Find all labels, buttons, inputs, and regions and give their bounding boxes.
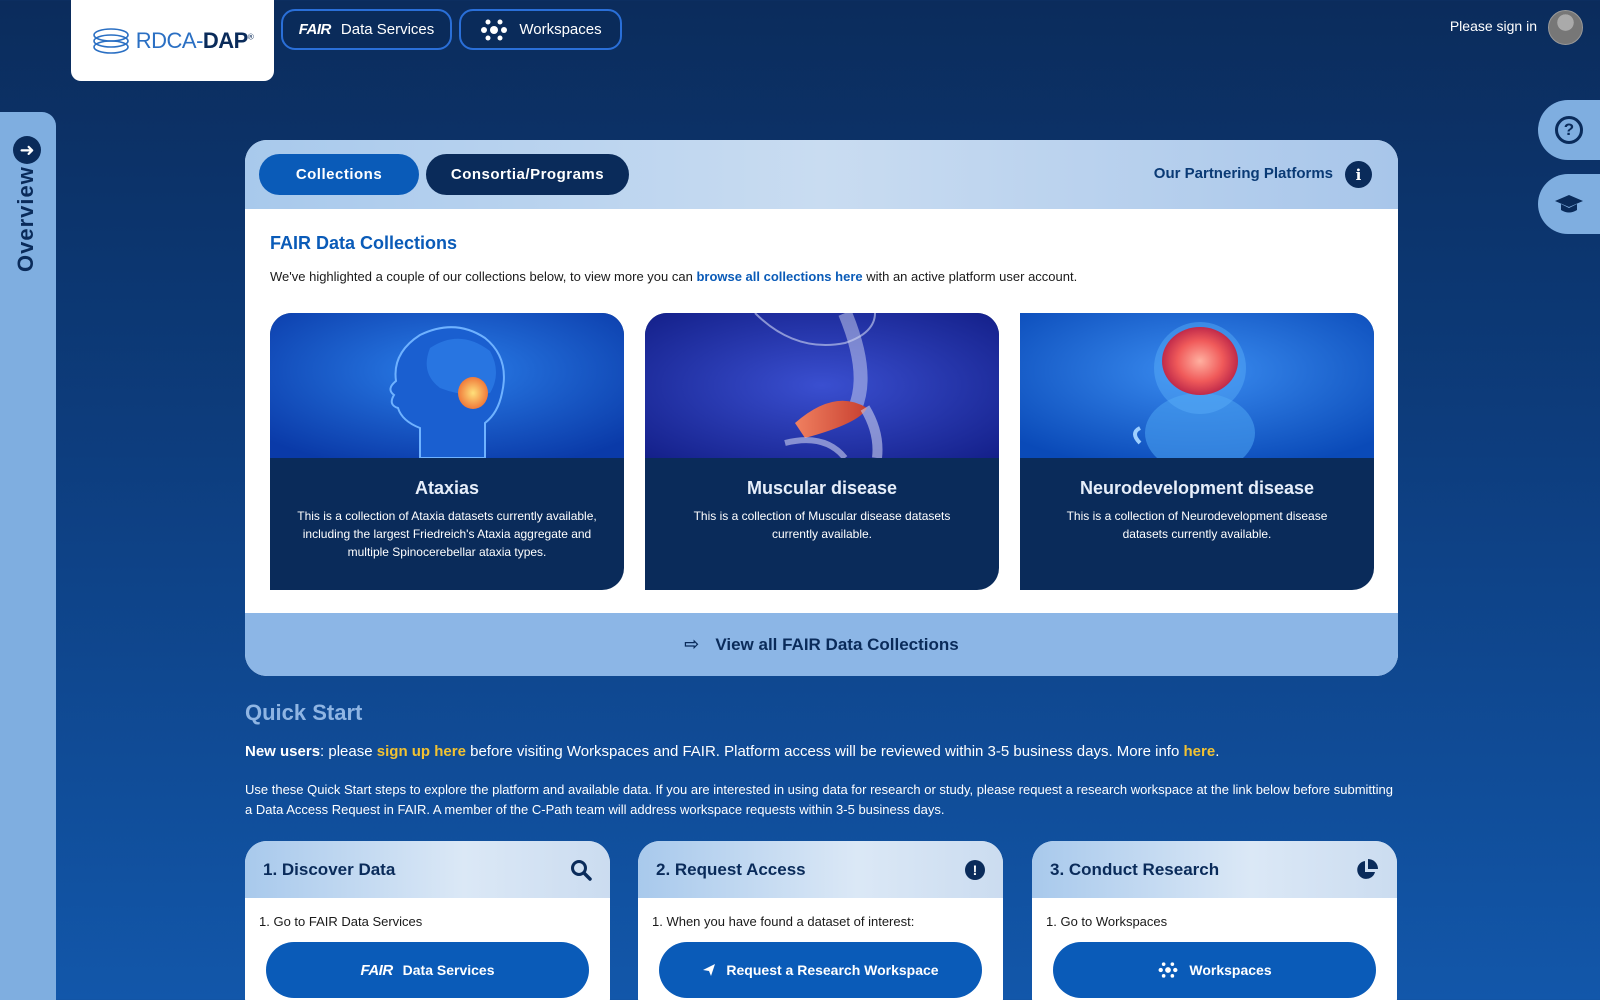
card-text: This is a collection of Ataxia datasets … [297,509,597,559]
fair-logo-icon: FAIR [298,21,332,38]
collection-card-ataxias[interactable]: Ataxias This is a collection of Ataxia d… [270,313,624,590]
workspaces-icon [1158,962,1178,978]
quick-start-description: Use these Quick Start steps to explore t… [245,782,1393,817]
view-all-label: View all FAIR Data Collections [715,634,959,654]
step-header: 1. Discover Data [245,841,610,898]
card-text: This is a collection of Muscular disease… [693,509,951,541]
collections-panel: Collections Consortia/Programs Our Partn… [245,140,1398,676]
card-text: This is a collection of Neurodevelopment… [1066,509,1328,541]
step-request-access: 2. Request Access ! 1. When you have fou… [638,841,1003,1000]
step-header: 3. Conduct Research [1032,841,1397,898]
step-discover-data: 1. Discover Data 1. Go to FAIR Data Serv… [245,841,610,1000]
graduation-cap-icon [1555,195,1583,213]
browse-collections-link[interactable]: browse all collections here [696,269,862,284]
collection-card-muscular[interactable]: Muscular disease This is a collection of… [645,313,999,590]
card-title: Ataxias [414,478,480,498]
step-conduct-research: 3. Conduct Research 1. Go to Workspaces … [1032,841,1397,1000]
help-button[interactable]: ? [1538,100,1600,160]
exclamation-icon: ! [965,859,985,880]
search-icon [571,859,592,881]
view-all-collections-link[interactable]: ⇨ View all FAIR Data Collections [245,613,1398,676]
workspaces-icon [481,19,508,40]
data-services-label: Data Services [340,21,435,38]
sign-in-link[interactable]: Please sign in [1450,18,1537,34]
partnering-platforms-link[interactable]: Our Partnering Platforms [1154,165,1333,182]
rdca-dap-logo[interactable]: RDCA-DAP® [71,0,274,81]
education-button[interactable] [1538,174,1600,234]
step-text: 1. When you have found a dataset of inte… [652,914,915,929]
pie-chart-icon [1357,858,1378,879]
workspaces-nav-button[interactable]: Workspaces [459,9,622,50]
collections-description: We've highlighted a couple of our collec… [270,269,1078,284]
new-users-notice: New users: please sign up here before vi… [245,743,1220,760]
neurodevelopment-image [1020,313,1374,458]
sign-up-link[interactable]: sign up here [377,743,466,760]
workspaces-button[interactable]: Workspaces [1053,942,1376,998]
logo-text: RDCA-DAP® [135,27,254,53]
collection-card-neurodevelopment[interactable]: Neurodevelopment disease This is a colle… [1020,313,1374,590]
paper-plane-icon [703,964,716,976]
step-title: 1. Discover Data [263,859,396,879]
tab-consortia-programs[interactable]: Consortia/Programs [426,154,629,195]
sign-out-arrow-icon: ⇨ [684,634,700,654]
overview-label: Overview [13,166,38,272]
step-text: 1. Go to Workspaces [1046,914,1168,929]
card-title: Neurodevelopment disease [1079,478,1315,498]
ataxias-image [270,313,624,458]
quick-start-title: Quick Start [245,700,363,725]
panel-header: Collections Consortia/Programs Our Partn… [245,140,1398,209]
question-icon: ? [1555,116,1583,144]
step-text: 1. Go to FAIR Data Services [259,914,423,929]
logo-rings-icon [92,27,129,54]
tab-collections[interactable]: Collections [259,154,419,195]
more-info-link[interactable]: here [1184,743,1216,760]
data-services-button[interactable]: FAIR Data Services [266,942,589,998]
step-title: 3. Conduct Research [1050,859,1220,879]
muscular-image [645,313,999,458]
user-avatar[interactable] [1548,10,1583,45]
request-workspace-button[interactable]: Request a Research Workspace [659,942,982,998]
collections-title: FAIR Data Collections [270,233,458,253]
card-title: Muscular disease [746,478,898,498]
info-icon[interactable]: i [1345,161,1372,188]
data-services-nav-button[interactable]: FAIR Data Services [281,9,452,50]
collection-cards: Ataxias This is a collection of Ataxia d… [270,313,1374,590]
workspaces-label: Workspaces [519,21,602,38]
step-title: 2. Request Access [656,859,806,879]
fair-logo-icon: FAIR [360,961,393,979]
step-header: 2. Request Access ! [638,841,1003,898]
arrow-right-icon[interactable]: ➜ [13,136,41,164]
